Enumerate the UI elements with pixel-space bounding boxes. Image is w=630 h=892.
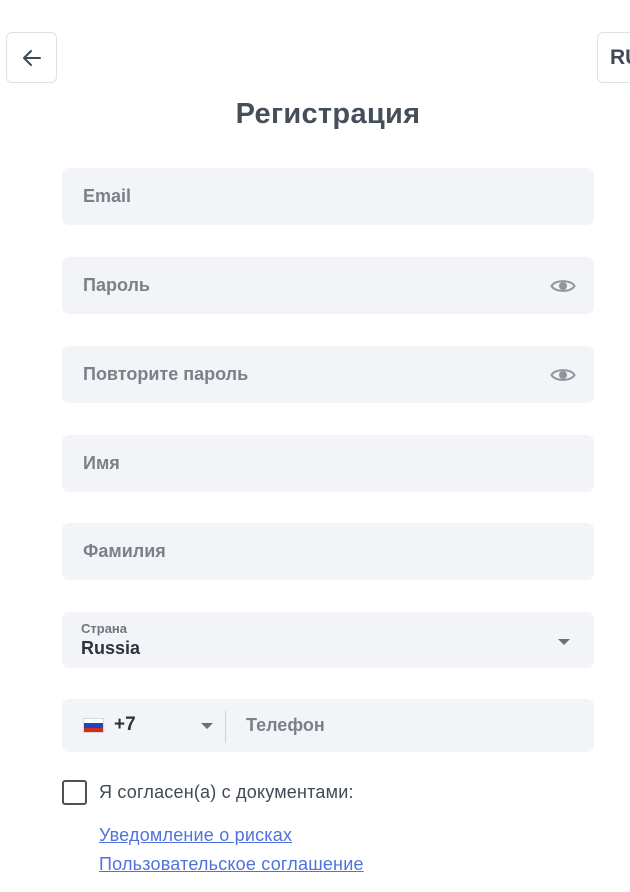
agreement-text: Я согласен(а) с документами:	[99, 782, 354, 802]
chevron-down-icon[interactable]	[201, 723, 213, 729]
arrow-left-icon	[22, 49, 41, 66]
chevron-down-icon	[558, 639, 570, 645]
phone-divider	[225, 711, 226, 743]
password-field[interactable]: Пароль	[62, 257, 594, 314]
country-label: Страна	[81, 621, 128, 636]
phone-input[interactable]: Телефон	[246, 715, 325, 736]
country-value: Russia	[81, 638, 141, 658]
password-placeholder: Пароль	[83, 275, 150, 295]
phone-field: +7 Телефон	[62, 699, 594, 752]
eye-icon[interactable]	[550, 366, 576, 384]
user-agreement-link[interactable]: Пользовательское соглашение	[99, 854, 364, 875]
password-repeat-placeholder: Повторите пароль	[83, 364, 249, 384]
risk-notice-link[interactable]: Уведомление о рисках	[99, 825, 292, 846]
page-title: Регистрация	[235, 98, 421, 130]
language-label: RU	[610, 45, 630, 69]
last-name-placeholder: Фамилия	[83, 541, 166, 561]
country-select[interactable]: Страна Russia	[62, 612, 594, 668]
first-name-placeholder: Имя	[83, 453, 120, 473]
agreement-row: Я согласен(а) с документами:	[62, 780, 354, 805]
registration-page: RU Регистрация Email Пароль Повторите па…	[0, 0, 630, 892]
eye-icon[interactable]	[550, 277, 576, 295]
first-name-field[interactable]: Имя	[62, 435, 594, 492]
password-repeat-field[interactable]: Повторите пароль	[62, 346, 594, 403]
last-name-field[interactable]: Фамилия	[62, 523, 594, 580]
agreement-checkbox[interactable]	[62, 780, 87, 805]
email-field[interactable]: Email	[62, 168, 594, 225]
back-button[interactable]	[6, 32, 57, 83]
phone-code-select[interactable]: +7	[114, 714, 136, 736]
russia-flag-icon	[83, 718, 104, 733]
email-placeholder: Email	[83, 186, 132, 206]
language-button[interactable]: RU	[597, 32, 630, 83]
